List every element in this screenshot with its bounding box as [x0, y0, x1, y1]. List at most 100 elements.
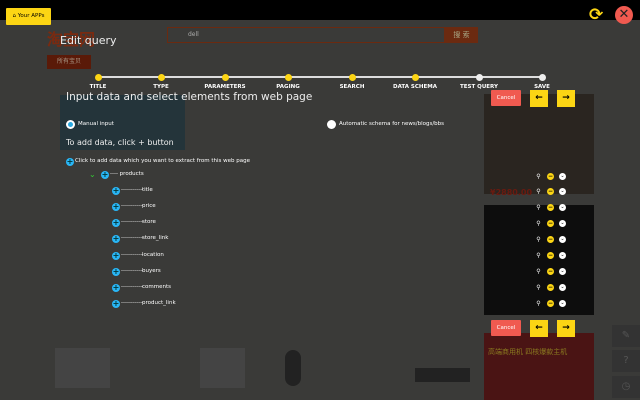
chevron-down-icon[interactable]: ⌄ [559, 188, 566, 195]
tree-connector: ----------- [121, 300, 143, 306]
background-price: ¥2880.00 [490, 188, 533, 197]
tree-connector: ----------- [121, 268, 143, 274]
history-icon: ◷ [612, 376, 640, 398]
automatic-schema-label: Automatic schema for news/blogs/bbs [339, 121, 445, 127]
chevron-down-icon[interactable]: ⌄ [559, 252, 566, 259]
step-label[interactable]: SEARCH [340, 84, 365, 90]
add-child-plus-icon[interactable]: + [112, 235, 120, 243]
magnifier-icon[interactable]: ⚲ [535, 220, 542, 227]
remove-icon[interactable]: − [547, 236, 554, 243]
magnifier-icon[interactable]: ⚲ [535, 268, 542, 275]
tree-node-buyers[interactable]: buyers [142, 268, 161, 274]
magnifier-icon[interactable]: ⚲ [535, 188, 542, 195]
step-label[interactable]: DATA SCHEMA [393, 84, 437, 90]
magnifier-icon[interactable]: ⚲ [535, 236, 542, 243]
top-bar [0, 0, 640, 20]
step-dot[interactable] [411, 74, 419, 81]
step-dot[interactable] [538, 74, 546, 81]
section-heading: Input data and select elements from web … [66, 91, 313, 103]
background-product-image: 高端商用机 四核爆款主机 [484, 333, 594, 400]
edit-icon: ✎ [612, 325, 640, 347]
chevron-down-icon[interactable]: ⌄ [559, 268, 566, 275]
add-child-plus-icon[interactable]: + [112, 252, 120, 260]
magnifier-icon[interactable]: ⚲ [535, 284, 542, 291]
add-child-plus-icon[interactable]: + [112, 187, 120, 195]
background-search: dell [167, 27, 445, 43]
remove-icon[interactable]: − [547, 188, 554, 195]
cancel-button-bottom[interactable]: Cancel [491, 320, 521, 336]
manual-input-radio[interactable] [66, 120, 75, 129]
step-label[interactable]: PARAMETERS [204, 84, 245, 90]
remove-icon[interactable]: − [547, 300, 554, 307]
tree-connector: ----------- [121, 252, 143, 258]
add-data-plus-icon[interactable]: + [66, 158, 74, 166]
tree-node-comments[interactable]: comments [142, 284, 171, 290]
step-dot[interactable] [157, 74, 165, 81]
tree-node-location[interactable]: location [142, 252, 164, 258]
tree-connector: ----------- [121, 187, 143, 193]
step-label[interactable]: TITLE [90, 84, 107, 90]
search-value: dell [188, 31, 199, 38]
remove-icon[interactable]: − [547, 173, 554, 180]
tree-connector: ----------- [121, 203, 143, 209]
next-button-bottom[interactable]: → [557, 320, 575, 337]
remove-icon[interactable]: − [547, 268, 554, 275]
tree-connector: ----------- [121, 219, 143, 225]
remove-icon[interactable]: − [547, 284, 554, 291]
prev-button[interactable]: ← [530, 90, 548, 107]
your-apps-button[interactable]: ⌂ Your APPs [6, 8, 51, 25]
step-dot[interactable] [475, 74, 483, 81]
prev-button-bottom[interactable]: ← [530, 320, 548, 337]
step-dot[interactable] [284, 74, 292, 81]
magnifier-icon[interactable]: ⚲ [535, 252, 542, 259]
add-child-plus-icon[interactable]: + [112, 268, 120, 276]
remove-icon[interactable]: − [547, 252, 554, 259]
chevron-down-icon[interactable]: ⌄ [559, 284, 566, 291]
remove-icon[interactable]: − [547, 220, 554, 227]
tree-node-title[interactable]: title [142, 187, 153, 193]
automatic-schema-radio[interactable] [327, 120, 336, 129]
cancel-button[interactable]: Cancel [491, 90, 521, 106]
magnifier-icon[interactable]: ⚲ [535, 300, 542, 307]
dialog-title: Edit query [60, 34, 117, 47]
next-button[interactable]: → [557, 90, 575, 107]
expand-chevron-icon[interactable]: ⌄ [89, 170, 96, 179]
chevron-down-icon[interactable]: ⌄ [559, 300, 566, 307]
tree-node-store_link[interactable]: store_link [142, 235, 168, 241]
tree-connector: ----------- [121, 284, 143, 290]
add-child-plus-icon[interactable]: + [101, 171, 109, 179]
background-banner-text: 高端商用机 四核爆款主机 [488, 348, 568, 356]
step-label[interactable]: PAGING [276, 84, 299, 90]
remove-icon[interactable]: − [547, 204, 554, 211]
add-child-plus-icon[interactable]: + [112, 219, 120, 227]
add-data-hint: Click to add data which you want to extr… [75, 158, 250, 164]
tree-node-price[interactable]: price [142, 203, 156, 209]
background-product-thumb [200, 348, 245, 388]
step-label[interactable]: TYPE [153, 84, 169, 90]
your-apps-label: Your APPs [17, 13, 45, 19]
help-icon: ? [612, 350, 640, 372]
tree-connector: ----------- [121, 235, 143, 241]
tree-node-product_link[interactable]: product_link [142, 300, 176, 306]
background-product-thumb [415, 368, 470, 382]
magnifier-icon[interactable]: ⚲ [535, 204, 542, 211]
chevron-down-icon[interactable]: ⌄ [559, 236, 566, 243]
add-data-heading: To add data, click + button [66, 138, 174, 147]
background-search-button: 搜 索 [445, 27, 478, 43]
add-child-plus-icon[interactable]: + [112, 203, 120, 211]
tree-node-store[interactable]: store [142, 219, 156, 225]
tree-node-products[interactable]: ---- products [110, 171, 144, 177]
close-icon[interactable]: ✕ [615, 6, 633, 24]
step-dot[interactable] [94, 74, 102, 81]
manual-input-label: Manual input [78, 121, 114, 127]
add-child-plus-icon[interactable]: + [112, 284, 120, 292]
refresh-icon[interactable]: ⟳ [589, 5, 603, 25]
magnifier-icon[interactable]: ⚲ [535, 173, 542, 180]
add-child-plus-icon[interactable]: + [112, 300, 120, 308]
chevron-down-icon[interactable]: ⌄ [559, 173, 566, 180]
step-dot[interactable] [348, 74, 356, 81]
chevron-down-icon[interactable]: ⌄ [559, 204, 566, 211]
chevron-down-icon[interactable]: ⌄ [559, 220, 566, 227]
background-product-thumb [285, 350, 301, 386]
step-dot[interactable] [221, 74, 229, 81]
